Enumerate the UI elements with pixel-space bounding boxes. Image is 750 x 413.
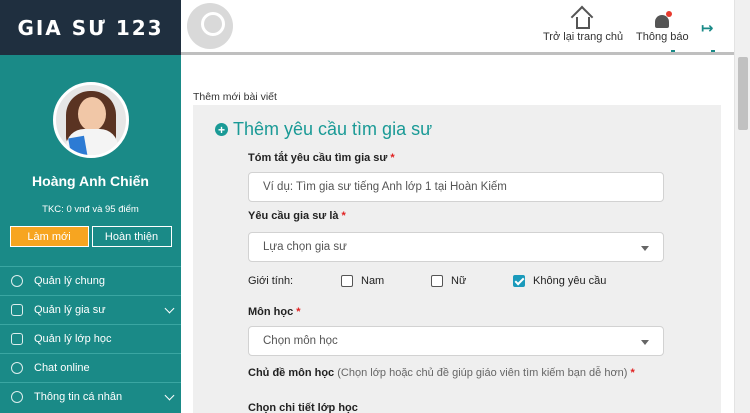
subject-label: Môn học *: [248, 306, 301, 318]
notification-dot: [666, 11, 673, 17]
user-name: Hoàng Anh Chiến: [32, 173, 149, 189]
caret-down-icon: [641, 246, 649, 251]
account-balance: TKC: 0 vnđ và 95 điểm: [42, 204, 139, 215]
page-scrollbar[interactable]: [734, 0, 750, 413]
class-detail-label: Chọn chi tiết lớp học: [248, 402, 358, 413]
tutor-type-value: Lựa chọn gia sư: [263, 241, 347, 253]
divider: [671, 50, 675, 52]
sidebar-item-chat[interactable]: Chat online: [0, 353, 181, 382]
gear-icon: [0, 275, 34, 287]
gender-option-female[interactable]: Nữ: [431, 275, 466, 287]
user-icon: [0, 391, 34, 403]
gender-row: Giới tính: Nam Nữ Không yêu cầu: [248, 275, 668, 291]
scroll-thumb[interactable]: [738, 57, 748, 130]
sidebar-item-tutors[interactable]: Quản lý gia sư: [0, 295, 181, 324]
sidebar-item-label: Quản lý lớp học: [34, 333, 112, 345]
checkbox-checked[interactable]: [513, 275, 525, 287]
refresh-button[interactable]: Làm mới: [9, 226, 89, 247]
topic-label: Chủ đề môn học (Chọn lớp hoặc chủ đề giú…: [248, 367, 635, 379]
sidebar-item-label: Quản lý gia sư: [34, 304, 106, 316]
logo-bar[interactable]: GIA SƯ 123: [0, 0, 181, 55]
checkbox[interactable]: [431, 275, 443, 287]
request-form-panel: + Thêm yêu cầu tìm gia sư Tóm tắt yêu cầ…: [193, 105, 721, 413]
class-icon: [0, 333, 34, 345]
top-header: Trở lại trang chủ Thông báo ↦: [181, 0, 750, 55]
subject-value: Chọn môn học: [263, 335, 338, 347]
notifications-button[interactable]: Thông báo: [636, 11, 689, 43]
tutor-icon: [0, 304, 34, 316]
logout-icon[interactable]: ↦: [701, 19, 714, 37]
home-label: Trở lại trang chủ: [543, 31, 624, 43]
subject-select[interactable]: Chọn môn học: [248, 326, 664, 356]
sidebar-item-label: Thông tin cá nhân: [34, 391, 123, 403]
sidebar-item-label: Chat online: [34, 362, 90, 374]
chevron-down-icon: [164, 303, 175, 314]
breadcrumb: Thêm mới bài viết: [193, 91, 277, 103]
caret-down-icon: [641, 340, 649, 345]
sidebar-item-label: Quản lý chung: [34, 275, 105, 287]
logo[interactable]: GIA SƯ 123: [17, 16, 163, 40]
profile-card: Hoàng Anh Chiến TKC: 0 vnđ và 95 điểm Là…: [0, 55, 181, 266]
sidebar-item-classes[interactable]: Quản lý lớp học: [0, 324, 181, 353]
summary-label: Tóm tắt yêu cầu tìm gia sư *: [248, 152, 395, 164]
tutor-type-label: Yêu cầu gia sư là *: [248, 210, 346, 222]
checkbox[interactable]: [341, 275, 353, 287]
form-title-text: Thêm yêu cầu tìm gia sư: [233, 119, 433, 139]
plus-circle-icon: +: [215, 123, 228, 136]
avatar[interactable]: [52, 82, 129, 158]
header-avatar[interactable]: [187, 3, 233, 49]
sidebar: GIA SƯ 123 Hoàng Anh Chiến TKC: 0 vnđ và…: [0, 0, 181, 413]
gender-option-any[interactable]: Không yêu cầu: [513, 275, 606, 287]
tutor-type-select[interactable]: Lựa chọn gia sư: [248, 232, 664, 262]
form-title: + Thêm yêu cầu tìm gia sư: [215, 119, 432, 140]
chat-icon: [0, 362, 34, 374]
complete-profile-button[interactable]: Hoàn thiện: [91, 226, 172, 247]
gender-label: Giới tính:: [248, 275, 294, 287]
sidebar-item-general[interactable]: Quản lý chung: [0, 266, 181, 295]
summary-input[interactable]: Ví dụ: Tìm gia sư tiếng Anh lớp 1 tại Ho…: [248, 172, 664, 202]
home-icon: [576, 17, 591, 29]
divider: [711, 50, 715, 52]
gender-option-male[interactable]: Nam: [341, 275, 384, 287]
sidebar-item-profile[interactable]: Thông tin cá nhân: [0, 382, 181, 411]
chevron-down-icon: [164, 390, 175, 401]
notifications-label: Thông báo: [636, 31, 689, 43]
home-button[interactable]: Trở lại trang chủ: [543, 11, 623, 43]
